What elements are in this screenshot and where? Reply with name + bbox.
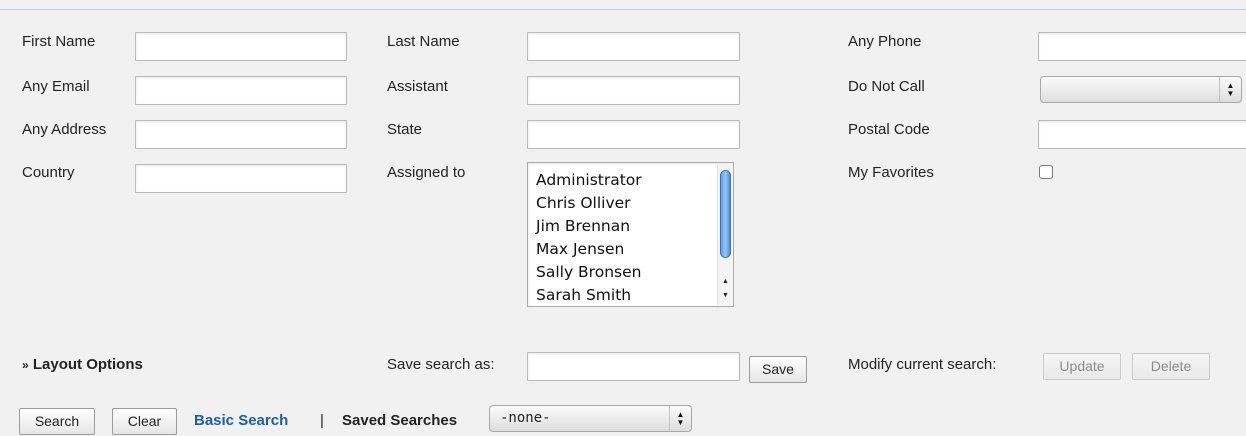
clear-button[interactable]: Clear xyxy=(112,408,177,435)
assigned-to-listbox[interactable]: Administrator Chris Olliver Jim Brennan … xyxy=(527,162,734,307)
scrollbar-thumb[interactable] xyxy=(720,170,731,258)
saved-searches-label: Saved Searches xyxy=(342,412,458,429)
delete-button[interactable]: Delete xyxy=(1132,353,1210,380)
saved-searches-value: -none- xyxy=(500,410,551,426)
country-input[interactable] xyxy=(135,164,347,193)
any-email-input[interactable] xyxy=(135,76,347,105)
footer-separator: | xyxy=(320,412,324,429)
assigned-to-option[interactable]: Administrator xyxy=(536,169,733,192)
basic-search-link[interactable]: Basic Search xyxy=(194,412,288,429)
assigned-to-option[interactable]: Jim Brennan xyxy=(536,215,733,238)
top-divider xyxy=(0,9,1246,10)
assistant-label: Assistant xyxy=(387,78,448,95)
my-favorites-label: My Favorites xyxy=(848,164,934,181)
state-label: State xyxy=(387,121,423,138)
scroll-up-arrow-icon[interactable]: ▲ xyxy=(718,276,733,288)
select-arrows-icon: ▲ ▼ xyxy=(669,406,691,431)
update-button[interactable]: Update xyxy=(1043,353,1121,380)
save-search-input[interactable] xyxy=(527,352,740,381)
assigned-to-option[interactable]: Sarah Smith xyxy=(536,284,733,306)
first-name-label: First Name xyxy=(22,33,96,50)
layout-options-label: Layout Options xyxy=(32,356,143,373)
assigned-to-option[interactable]: Max Jensen xyxy=(536,238,733,261)
any-address-label: Any Address xyxy=(22,121,107,138)
modify-search-label: Modify current search: xyxy=(848,356,997,373)
last-name-label: Last Name xyxy=(387,33,460,50)
assigned-to-option[interactable]: Sally Bronsen xyxy=(536,261,733,284)
postal-code-label: Postal Code xyxy=(848,121,930,138)
layout-options-toggle[interactable]: » Layout Options xyxy=(22,356,143,373)
saved-searches-select[interactable]: -none- ▲ ▼ xyxy=(489,405,692,432)
assigned-to-options: Administrator Chris Olliver Jim Brennan … xyxy=(528,163,733,306)
do-not-call-select[interactable]: ▲ ▼ xyxy=(1040,76,1242,103)
any-phone-label: Any Phone xyxy=(848,33,922,50)
save-button[interactable]: Save xyxy=(749,356,807,383)
scroll-down-arrow-icon[interactable]: ▼ xyxy=(718,290,733,302)
assigned-to-option[interactable]: Chris Olliver xyxy=(536,192,733,215)
do-not-call-label: Do Not Call xyxy=(848,78,925,95)
first-name-input[interactable] xyxy=(135,32,347,61)
last-name-input[interactable] xyxy=(527,32,740,61)
any-address-input[interactable] xyxy=(135,120,347,149)
postal-code-input[interactable] xyxy=(1038,120,1246,149)
select-arrows-icon: ▲ ▼ xyxy=(1219,77,1241,102)
search-button[interactable]: Search xyxy=(19,408,95,435)
any-email-label: Any Email xyxy=(22,78,90,95)
assistant-input[interactable] xyxy=(527,76,740,105)
my-favorites-checkbox[interactable] xyxy=(1039,165,1053,179)
assigned-to-label: Assigned to xyxy=(387,164,466,181)
listbox-scrollbar[interactable]: ▲ ▼ xyxy=(717,164,732,305)
state-input[interactable] xyxy=(527,120,740,149)
any-phone-input[interactable] xyxy=(1038,32,1246,61)
double-chevron-down-icon: » xyxy=(22,358,29,372)
country-label: Country xyxy=(22,164,75,181)
save-search-label: Save search as: xyxy=(387,356,495,373)
